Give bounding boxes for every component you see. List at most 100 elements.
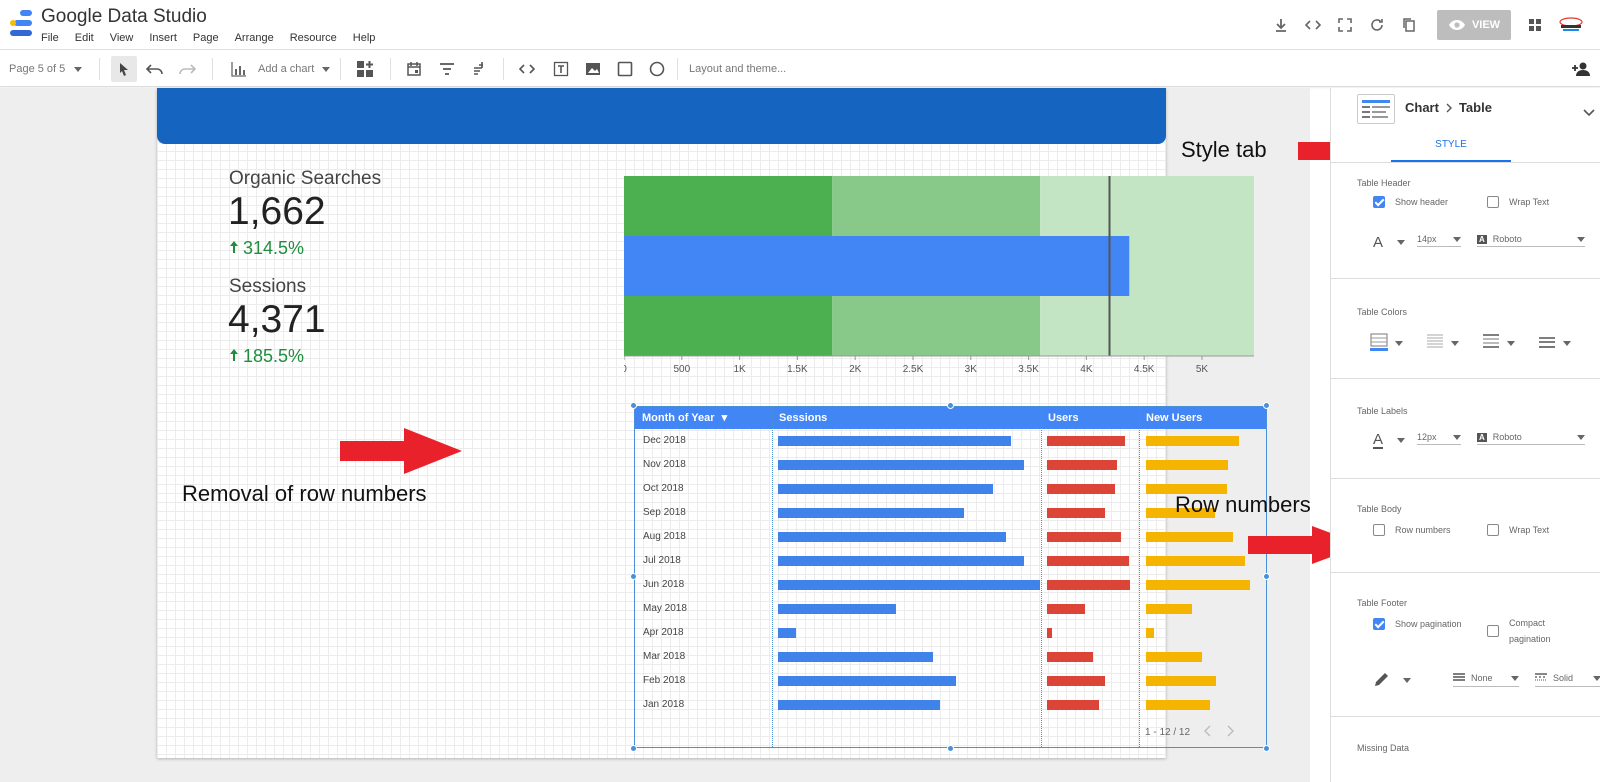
- resize-handle[interactable]: [1263, 402, 1270, 409]
- header-banner[interactable]: [157, 88, 1166, 144]
- data-control-button[interactable]: [468, 51, 490, 87]
- menu-insert[interactable]: Insert: [149, 32, 177, 44]
- even-row-color-picker[interactable]: [1537, 332, 1571, 354]
- table-row[interactable]: Jan 2018: [635, 693, 1266, 717]
- text-tool-button[interactable]: [550, 51, 572, 87]
- label-font-family-select[interactable]: A Roboto: [1477, 432, 1585, 445]
- show-header-checkbox[interactable]: [1373, 196, 1385, 208]
- chevron-down-icon[interactable]: [1583, 104, 1595, 122]
- bullet-tick-label: 2K: [849, 364, 862, 375]
- date-range-button[interactable]: [403, 51, 425, 87]
- redo-button[interactable]: [176, 51, 198, 87]
- sessions-bar: [778, 484, 993, 494]
- share-button[interactable]: [1570, 51, 1592, 87]
- header-wrap-text-option[interactable]: Wrap Text: [1487, 196, 1549, 208]
- filter-control-button[interactable]: [436, 51, 458, 87]
- table-row[interactable]: Jul 2018: [635, 549, 1266, 573]
- bullet-chart[interactable]: 0 500 1K 1.5K 2K 2.5K 3K 3.5K 4K 4.5K 5K: [624, 176, 1264, 386]
- table-row[interactable]: Nov 2018: [635, 453, 1266, 477]
- show-pagination-option[interactable]: Show pagination: [1373, 618, 1462, 630]
- rectangle-tool-button[interactable]: [614, 51, 636, 87]
- column-header-new-users[interactable]: New Users: [1139, 407, 1202, 429]
- image-tool-button[interactable]: [582, 51, 604, 87]
- header-font-color-picker[interactable]: A: [1373, 234, 1406, 251]
- community-viz-button[interactable]: [354, 51, 376, 87]
- compact-pagination-checkbox[interactable]: [1487, 625, 1499, 637]
- menu-page[interactable]: Page: [193, 32, 219, 44]
- header-color-picker[interactable]: [1369, 332, 1403, 354]
- menu-edit[interactable]: Edit: [75, 32, 94, 44]
- table-row[interactable]: Mar 2018: [635, 645, 1266, 669]
- chevron-right-icon[interactable]: [1226, 725, 1235, 740]
- table-row[interactable]: Jun 2018: [635, 573, 1266, 597]
- border-color-icon: [1369, 332, 1389, 354]
- calendar-icon: [403, 58, 425, 80]
- brand-logo-icon[interactable]: [1555, 10, 1587, 40]
- compact-pagination-option[interactable]: Compact pagination: [1487, 618, 1551, 644]
- breadcrumb-chart[interactable]: Chart: [1405, 100, 1439, 115]
- header-wrap-text-checkbox[interactable]: [1487, 196, 1499, 208]
- menu-file[interactable]: File: [41, 32, 59, 44]
- row-numbers-option[interactable]: Row numbers: [1373, 524, 1451, 536]
- border-style-select[interactable]: None: [1453, 672, 1519, 687]
- refresh-icon[interactable]: [1361, 10, 1393, 40]
- resize-handle[interactable]: [630, 573, 637, 580]
- show-pagination-checkbox[interactable]: [1373, 618, 1385, 630]
- table-row[interactable]: Feb 2018: [635, 669, 1266, 693]
- embed-url-button[interactable]: [516, 51, 538, 87]
- undo-button[interactable]: [144, 51, 166, 87]
- show-header-option[interactable]: Show header: [1373, 196, 1448, 208]
- label-font-size-select[interactable]: 12px: [1417, 432, 1461, 445]
- resize-handle[interactable]: [630, 402, 637, 409]
- menu-resource[interactable]: Resource: [290, 32, 337, 44]
- resize-handle[interactable]: [947, 402, 954, 409]
- chevron-down-icon: [322, 66, 331, 72]
- label-font-color-picker[interactable]: A: [1373, 432, 1406, 449]
- line-style-select[interactable]: Solid: [1535, 672, 1600, 687]
- body-wrap-text-option[interactable]: Wrap Text: [1487, 524, 1549, 536]
- row-color-picker[interactable]: [1425, 332, 1459, 354]
- bar-chart-icon: [228, 58, 250, 80]
- header-font-size-select[interactable]: 14px: [1417, 234, 1461, 247]
- table-row[interactable]: Aug 2018: [635, 525, 1266, 549]
- add-chart-button[interactable]: Add a chart: [228, 51, 331, 87]
- panel-breadcrumb: Chart Table: [1405, 100, 1492, 115]
- resize-handle[interactable]: [630, 745, 637, 752]
- page-selector[interactable]: Page 5 of 5: [9, 51, 83, 87]
- download-icon[interactable]: [1265, 10, 1297, 40]
- copy-report-icon[interactable]: [1393, 10, 1425, 40]
- footer-color-picker[interactable]: [1373, 670, 1411, 690]
- table-row[interactable]: Apr 2018: [635, 621, 1266, 645]
- add-chart-label: Add a chart: [258, 63, 315, 75]
- column-header-sessions[interactable]: Sessions: [772, 407, 827, 429]
- layout-theme-button[interactable]: Layout and theme...: [689, 51, 786, 87]
- view-button[interactable]: VIEW: [1437, 10, 1511, 40]
- embed-code-icon[interactable]: [1297, 10, 1329, 40]
- row-numbers-checkbox[interactable]: [1373, 524, 1385, 536]
- fullscreen-icon[interactable]: [1329, 10, 1361, 40]
- apps-grid-icon[interactable]: [1519, 10, 1551, 40]
- menu-arrange[interactable]: Arrange: [235, 32, 274, 44]
- table-row[interactable]: Sep 2018: [635, 501, 1266, 525]
- select-tool[interactable]: [111, 51, 137, 87]
- table-row[interactable]: Oct 2018: [635, 477, 1266, 501]
- resize-handle[interactable]: [947, 745, 954, 752]
- body-wrap-text-checkbox[interactable]: [1487, 524, 1499, 536]
- menu-help[interactable]: Help: [353, 32, 376, 44]
- chevron-left-icon[interactable]: [1204, 725, 1212, 740]
- table-chart-icon[interactable]: [1357, 94, 1395, 124]
- resize-handle[interactable]: [1263, 745, 1270, 752]
- sessions-table[interactable]: Month of Year ▾ Sessions Users New Users…: [634, 406, 1267, 748]
- menu-view[interactable]: View: [110, 32, 134, 44]
- odd-row-color-picker[interactable]: [1481, 332, 1515, 354]
- column-header-month[interactable]: Month of Year ▾: [635, 407, 727, 429]
- resize-handle[interactable]: [1263, 573, 1270, 580]
- tab-style[interactable]: STYLE: [1391, 134, 1511, 162]
- column-header-users[interactable]: Users: [1041, 407, 1079, 429]
- header-font-family-select[interactable]: A Roboto: [1477, 234, 1585, 247]
- table-row[interactable]: May 2018: [635, 597, 1266, 621]
- column-header-label: Month of Year: [642, 412, 715, 424]
- table-row[interactable]: Dec 2018: [635, 429, 1266, 453]
- annotation-removal-row-numbers: Removal of row numbers: [182, 481, 427, 506]
- circle-tool-button[interactable]: [646, 51, 668, 87]
